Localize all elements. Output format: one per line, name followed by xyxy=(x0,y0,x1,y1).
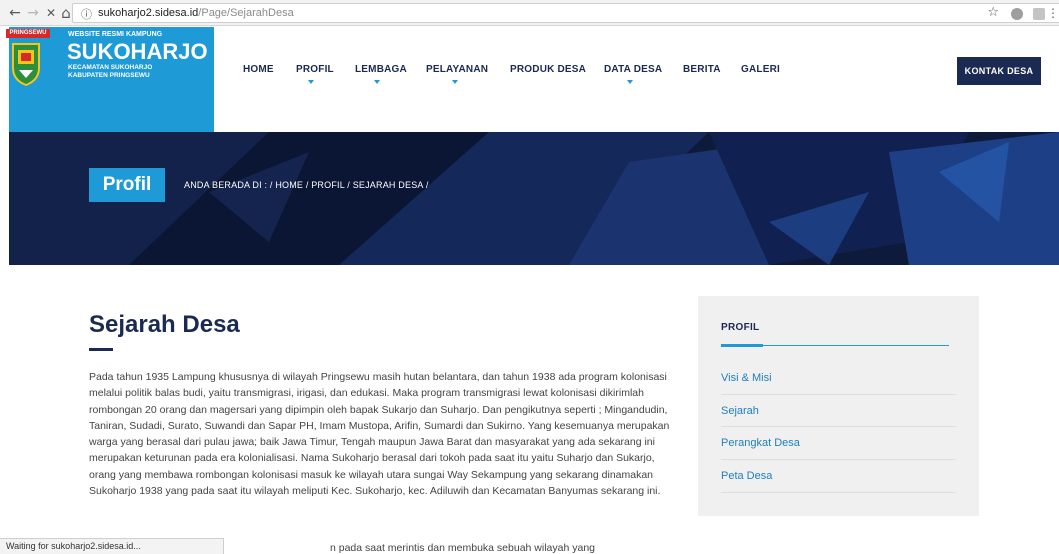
page-section-badge: Profil xyxy=(89,168,165,202)
sidebar-item-sejarah[interactable]: Sejarah xyxy=(721,405,759,417)
sidebar-item-visi-misi[interactable]: Visi & Misi xyxy=(721,372,772,384)
pdf-extension-icon[interactable] xyxy=(1033,8,1045,20)
menu-galeri[interactable]: GALERI xyxy=(741,64,780,75)
site-info-icon[interactable]: ⓘ xyxy=(81,6,92,22)
chevron-down-icon xyxy=(452,80,458,84)
sidebar-item-perangkat-desa[interactable]: Perangkat Desa xyxy=(721,437,800,449)
sidebar-item-peta-desa[interactable]: Peta Desa xyxy=(721,470,772,482)
address-bar[interactable]: ⓘ sukoharjo2.sidesa.id/Page/SejarahDesa … xyxy=(72,3,1059,23)
chevron-down-icon xyxy=(374,80,380,84)
url-host: sukoharjo2.sidesa.id xyxy=(98,7,199,19)
divider xyxy=(721,394,956,395)
logo-title: SUKOHARJO 2 xyxy=(67,39,226,64)
menu-berita[interactable]: BERITA xyxy=(683,64,721,75)
kontak-desa-button[interactable]: KONTAK DESA xyxy=(957,57,1041,85)
menu-data-desa[interactable]: DATA DESA xyxy=(604,64,662,75)
bookmark-star-icon[interactable]: ☆ xyxy=(987,5,999,20)
page-banner xyxy=(9,132,1059,265)
menu-pelayanan[interactable]: PELAYANAN xyxy=(426,64,488,75)
menu-lembaga[interactable]: LEMBAGA xyxy=(355,64,407,75)
divider xyxy=(721,459,956,460)
menu-icon[interactable]: ⋮ xyxy=(1047,6,1059,20)
back-icon[interactable]: ← xyxy=(6,3,24,23)
browser-toolbar: ← → ✕ ⌂ ⓘ sukoharjo2.sidesa.id/Page/Seja… xyxy=(0,0,1059,26)
forward-icon[interactable]: → xyxy=(24,3,42,23)
browser-status-bar: Waiting for sukoharjo2.sidesa.id... xyxy=(0,538,224,554)
menu-produk-desa[interactable]: PRODUK DESA xyxy=(510,64,586,75)
chevron-down-icon xyxy=(308,80,314,84)
breadcrumb[interactable]: ANDA BERADA DI : / HOME / PROFIL / SEJAR… xyxy=(184,180,429,190)
title-underline xyxy=(89,348,113,351)
menu-profil[interactable]: PROFIL xyxy=(296,64,334,75)
banner-background xyxy=(9,132,1059,265)
menu-home[interactable]: HOME xyxy=(243,64,274,75)
chevron-down-icon xyxy=(627,80,633,84)
logo-line4: KABUPATEN PRINGSEWU xyxy=(68,72,150,79)
emblem-icon xyxy=(12,43,40,86)
logo-line3: KECAMATAN SUKOHARJO xyxy=(68,64,153,71)
divider-accent xyxy=(721,344,763,347)
url-path: /Page/SejarahDesa xyxy=(198,7,294,19)
history-paragraph-2: n pada saat merintis dan membuka sebuah … xyxy=(330,542,595,554)
divider xyxy=(721,426,956,427)
logo-tag: PRINGSEWU xyxy=(6,29,50,38)
divider xyxy=(721,492,956,493)
page-title: Sejarah Desa xyxy=(89,311,240,338)
history-paragraph: Pada tahun 1935 Lampung khususnya di wil… xyxy=(89,371,670,498)
sidebar-title: PROFIL xyxy=(721,322,760,333)
extension-icon[interactable] xyxy=(1011,8,1023,20)
logo-line1: WEBSITE RESMI KAMPUNG xyxy=(68,31,163,38)
url-text[interactable]: sukoharjo2.sidesa.id/Page/SejarahDesa xyxy=(98,7,294,19)
